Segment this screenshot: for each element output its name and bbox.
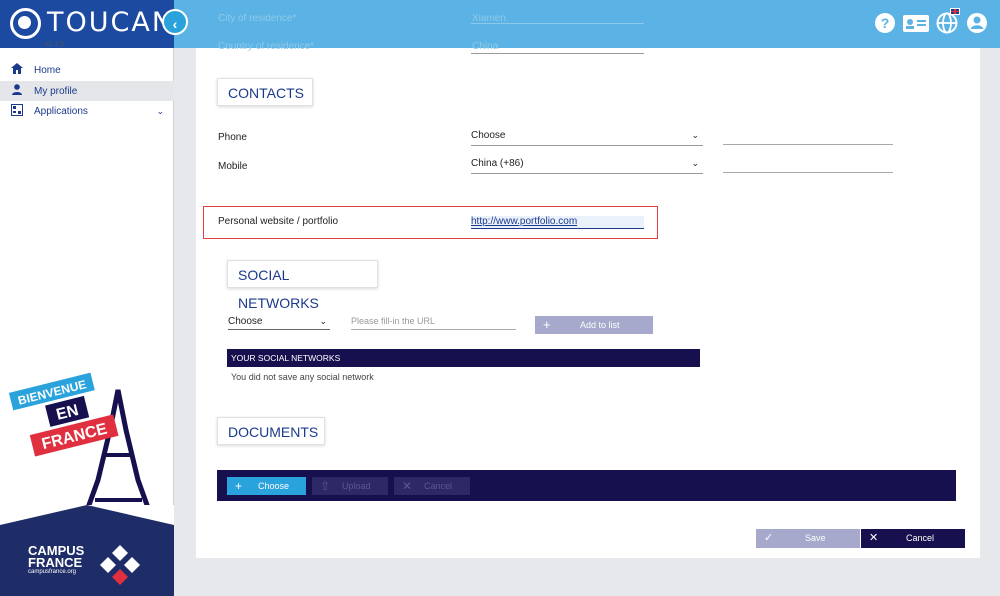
upload-document-button[interactable]: ⇧ Upload xyxy=(312,477,388,495)
toucan-logo-icon xyxy=(10,8,41,39)
social-networks-list-header: YOUR SOCIAL NETWORKS xyxy=(227,349,700,367)
country-label: Country of residence* xyxy=(218,41,315,52)
collapse-sidebar-button[interactable]: ‹ xyxy=(162,9,188,35)
sidebar-item-label: Home xyxy=(34,64,61,76)
applications-icon xyxy=(0,103,34,119)
mobile-country-select[interactable]: China (+86) ⌄ xyxy=(471,158,703,174)
svg-text:?: ? xyxy=(881,15,890,31)
version-label: v1.1.5 xyxy=(45,41,65,48)
plus-icon: + xyxy=(235,479,243,493)
campus-url: campusfrance.org xyxy=(28,569,77,575)
top-header: City of residence* Xiamen Country of res… xyxy=(174,0,1000,52)
account-icon[interactable] xyxy=(966,12,988,34)
campus-france-logo-icon xyxy=(0,505,174,585)
city-underline xyxy=(471,23,644,24)
sidebar-item-my-profile[interactable]: My profile xyxy=(0,81,174,101)
language-globe-icon[interactable] xyxy=(936,12,958,34)
save-button[interactable]: ✓ Save xyxy=(756,529,860,548)
campus-line2: FRANCE xyxy=(28,555,83,570)
chevron-down-icon: ⌄ xyxy=(319,316,327,326)
chevron-down-icon: ⌄ xyxy=(691,158,699,168)
plus-icon: + xyxy=(543,317,551,332)
sidebar-item-label: My profile xyxy=(34,85,78,97)
cancel-document-button[interactable]: ✕ Cancel xyxy=(394,477,470,495)
upload-icon: ⇧ xyxy=(320,479,331,493)
check-icon: ✓ xyxy=(764,532,774,544)
uk-flag-icon[interactable] xyxy=(950,8,960,15)
phone-select-value: Choose xyxy=(471,130,506,141)
website-label: Personal website / portfolio xyxy=(218,216,339,227)
add-to-list-label: Add to list xyxy=(580,320,620,330)
choose-document-button[interactable]: + Choose xyxy=(227,477,306,495)
chevron-down-icon: ⌄ xyxy=(691,130,699,140)
campus-france-name: CAMPUS FRANCE xyxy=(28,544,84,570)
sidebar-item-applications[interactable]: Applications ⌄ xyxy=(0,101,174,121)
cancel-button[interactable]: ✕ Cancel xyxy=(861,529,965,548)
phone-country-select[interactable]: Choose ⌄ xyxy=(471,130,703,146)
phone-label: Phone xyxy=(218,132,247,143)
documents-toolbar: + Choose ⇧ Upload ✕ Cancel xyxy=(217,470,956,501)
close-icon: ✕ xyxy=(402,479,413,493)
user-icon xyxy=(0,84,34,98)
home-icon xyxy=(0,63,34,77)
campus-france-block: CAMPUS FRANCE campusfrance.org xyxy=(0,505,174,596)
social-network-select[interactable]: Choose ⌄ xyxy=(228,316,330,330)
social-select-value: Choose xyxy=(228,316,263,327)
website-input[interactable]: http://www.portfolio.com xyxy=(471,216,644,229)
upload-label: Upload xyxy=(342,481,371,491)
documents-section-title: DOCUMENTS xyxy=(217,417,325,445)
sidebar-item-label: Applications xyxy=(34,105,88,117)
social-networks-empty-text: You did not save any social network xyxy=(231,372,374,382)
cancel-document-label: Cancel xyxy=(424,481,453,491)
logo-bar: TOUCAN xyxy=(0,0,174,48)
chevron-left-icon: ‹ xyxy=(172,16,178,32)
chevron-down-icon: ⌄ xyxy=(156,105,164,116)
mobile-select-value: China (+86) xyxy=(471,158,524,169)
country-value[interactable]: China xyxy=(472,41,498,52)
mobile-number-input[interactable] xyxy=(723,157,893,173)
mobile-label: Mobile xyxy=(218,161,248,172)
social-url-input[interactable]: Please fill-in the URL xyxy=(351,316,516,330)
cancel-label: Cancel xyxy=(906,533,935,543)
close-icon: ✕ xyxy=(869,532,879,544)
social-networks-section-title: SOCIAL NETWORKS xyxy=(227,260,378,311)
add-to-list-button[interactable]: + Add to list xyxy=(535,316,653,334)
app-name: TOUCAN xyxy=(47,7,175,38)
save-label: Save xyxy=(805,533,826,543)
help-icon[interactable]: ? xyxy=(874,12,896,34)
sidebar: TOUCAN v1.1.5 Home My profile Applicatio… xyxy=(0,0,178,596)
choose-label: Choose xyxy=(258,481,290,491)
city-label: City of residence* xyxy=(218,13,297,24)
phone-number-input[interactable] xyxy=(723,129,893,145)
contacts-section-title: CONTACTS xyxy=(217,78,313,106)
id-card-icon[interactable] xyxy=(902,12,930,34)
sidebar-item-home[interactable]: Home xyxy=(0,60,174,80)
